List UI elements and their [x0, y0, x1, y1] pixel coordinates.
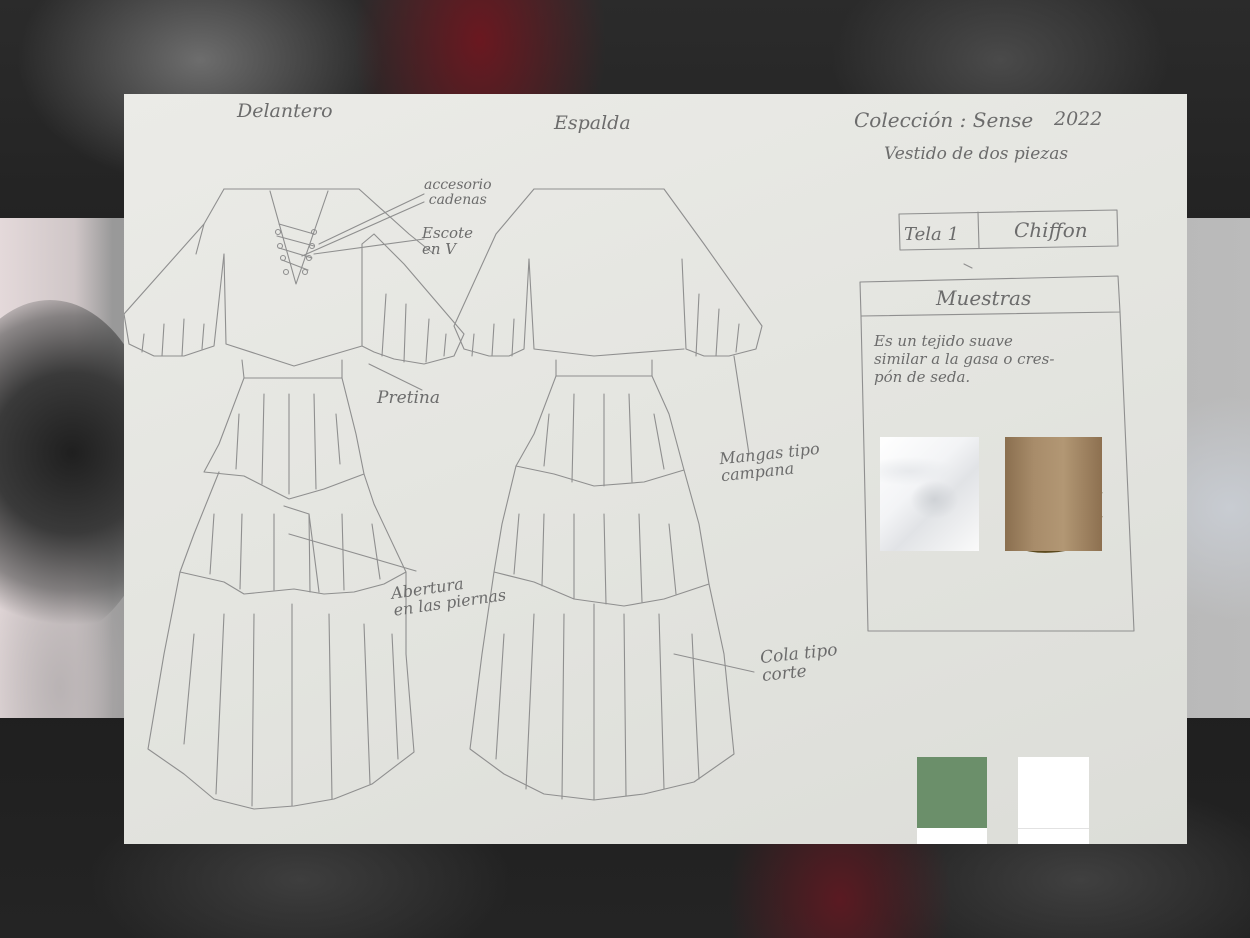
spec-panel-lines [859, 209, 1135, 632]
green-color-swatch [917, 757, 987, 828]
white-chiffon-sample [880, 437, 979, 551]
white-color-swatch [1018, 757, 1089, 828]
back-dress-drawing [453, 188, 763, 801]
back-view-label: Espalda [554, 112, 631, 134]
front-dress-drawing [124, 188, 465, 810]
gold-chain-fabric-sample [1005, 437, 1102, 551]
year-label: 2022 [1054, 108, 1103, 130]
swatch-base [1018, 828, 1089, 844]
front-view-label: Delantero [237, 100, 333, 122]
waistband-note: Pretina [377, 388, 440, 408]
fabric-description: Es un tejido suave similar a la gasa o c… [874, 332, 1055, 386]
fabric-value: Chiffon [1014, 218, 1088, 242]
accessory-note: accesorio cadenas [424, 177, 492, 208]
neckline-note: Escote en V [422, 224, 473, 258]
canvas: Delantero Espalda Colección : Sense 2022… [0, 0, 1250, 938]
samples-title: Muestras [936, 286, 1032, 310]
fabric-label: Tela 1 [904, 224, 959, 245]
sketch-sheet: Delantero Espalda Colección : Sense 2022… [124, 94, 1187, 844]
swatch-base [917, 828, 987, 844]
collection-label: Colección : Sense [854, 108, 1034, 132]
garment-subtitle: Vestido de dos piezas [884, 144, 1069, 164]
